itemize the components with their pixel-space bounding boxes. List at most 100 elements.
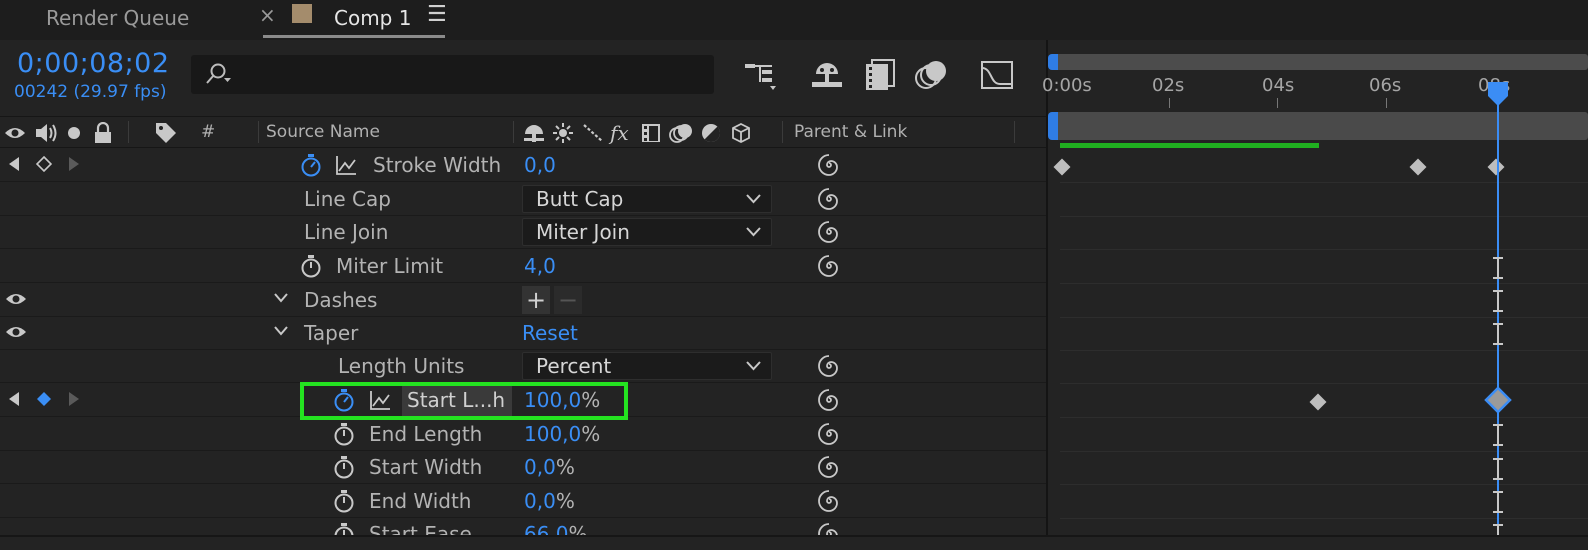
lock-icon[interactable] [93,121,113,145]
add-dash-button[interactable]: + [522,286,550,314]
column-parent-link[interactable]: Parent & Link [794,122,907,142]
shy-icon[interactable] [522,121,546,145]
property-row-end-length[interactable]: End Length 100,0% [0,418,1046,451]
selected-keyframe[interactable] [1484,386,1512,414]
keyframe-active-icon[interactable] [36,391,52,407]
solo-dot-icon[interactable] [66,121,82,145]
property-value[interactable]: 66,0% [524,522,588,535]
value-number[interactable]: 100,0 [524,422,581,446]
pick-whip-spiral-icon[interactable] [817,455,841,479]
property-value[interactable]: 0,0 [524,153,556,177]
search-input[interactable] [191,55,714,94]
stopwatch-icon[interactable] [333,522,355,535]
pick-whip-spiral-icon[interactable] [817,187,841,211]
collapse-sun-icon[interactable] [553,121,573,145]
select-value: Butt Cap [536,187,624,211]
graph-toggle-icon[interactable] [335,155,357,175]
property-value[interactable]: 100,0% [524,422,600,446]
quality-slash-icon[interactable] [582,121,604,145]
pick-whip-spiral-icon[interactable] [817,254,841,278]
property-label: Start Ease [369,522,472,535]
column-separator [782,121,783,143]
keyframe-hold-marker [1493,424,1503,446]
audio-speaker-icon[interactable] [34,121,58,145]
tab-render-queue[interactable]: Render Queue [46,0,189,36]
stopwatch-icon[interactable] [333,489,355,513]
column-separator [1014,121,1015,143]
value-number[interactable]: 66,0 [524,522,569,535]
property-row-length-units[interactable]: Length Units Percent [0,350,1046,383]
adjustment-layer-icon[interactable] [700,121,722,145]
pick-whip-spiral-icon[interactable] [817,354,841,378]
draft-3d-icon[interactable] [808,56,846,94]
panel-menu-icon[interactable]: ☰ [427,2,447,27]
tab-comp-1[interactable]: Comp 1 [334,0,411,36]
effects-fx-icon[interactable]: fx [610,121,629,145]
length-units-select[interactable]: Percent [522,352,772,380]
reset-link[interactable]: Reset [522,321,578,345]
chevron-down-icon[interactable] [274,293,288,303]
property-value[interactable]: 0,0% [524,489,575,513]
pick-whip-spiral-icon[interactable] [817,422,841,446]
comp-flowchart-icon[interactable] [742,56,780,94]
column-source-name[interactable]: Source Name [266,122,380,142]
stopwatch-icon[interactable] [333,422,355,446]
property-row-line-join[interactable]: Line Join Miter Join [0,216,1046,249]
property-row-end-width[interactable]: End Width 0,0% [0,485,1046,518]
line-cap-select[interactable]: Butt Cap [522,185,772,213]
prev-keyframe-icon[interactable] [9,157,19,171]
property-row-dashes[interactable]: Dashes + − [0,284,1046,317]
property-value[interactable]: 0,0% [524,455,575,479]
search-icon[interactable] [203,62,233,88]
property-row-start-ease[interactable]: Start Ease 66,0% [0,518,1046,535]
property-row-start-width[interactable]: Start Width 0,0% [0,451,1046,484]
time-navigator-start-handle[interactable] [1048,54,1058,70]
property-value[interactable]: 4,0 [524,254,556,278]
frame-blend-column-icon[interactable] [640,121,662,145]
property-row-line-cap[interactable]: Line Cap Butt Cap [0,183,1046,216]
pick-whip-spiral-icon[interactable] [817,220,841,244]
value-number[interactable]: 0,0 [524,489,556,513]
motion-blur-icon[interactable] [912,56,950,94]
work-area-bar[interactable] [1052,112,1588,140]
active-tab-indicator [263,35,445,38]
time-navigator-bar[interactable] [1052,54,1588,70]
keyframe[interactable] [1487,158,1505,176]
playhead-icon[interactable] [1486,80,1510,108]
stopwatch-icon[interactable] [333,455,355,479]
pick-whip-spiral-icon[interactable] [817,489,841,513]
frame-blending-icon[interactable] [860,56,898,94]
keyframe-hold-marker [1493,491,1503,513]
pick-whip-spiral-icon[interactable] [817,388,841,412]
next-keyframe-icon[interactable] [69,157,79,171]
property-row-taper[interactable]: Taper Reset [0,317,1046,350]
work-area-start-handle[interactable] [1048,112,1058,140]
tab-close-icon[interactable]: × [259,3,276,27]
property-row-miter-limit[interactable]: Miter Limit 4,0 [0,250,1046,283]
label-tag-icon[interactable] [154,121,178,145]
current-time-indicator-line[interactable] [1497,85,1499,550]
stopwatch-icon[interactable] [300,254,322,278]
prev-keyframe-icon[interactable] [9,392,19,406]
keyframe[interactable] [1409,158,1427,176]
chevron-down-icon[interactable] [274,326,288,336]
3d-layer-cube-icon[interactable] [730,121,752,145]
line-join-select[interactable]: Miter Join [522,218,772,246]
property-row-stroke-width[interactable]: Stroke Width 0,0 [0,149,1046,182]
graph-editor-icon[interactable] [978,56,1016,94]
timeline-area[interactable]: 0:00s 02s 04s 06s 08s [1042,40,1588,550]
pick-whip-spiral-icon[interactable] [817,522,841,535]
remove-dash-button[interactable]: − [554,286,582,314]
keyframe[interactable] [1309,393,1327,411]
pick-whip-spiral-icon[interactable] [817,153,841,177]
next-keyframe-icon[interactable] [69,392,79,406]
video-switch-eye-icon[interactable] [4,121,26,145]
stopwatch-active-icon[interactable] [300,153,322,177]
current-time-display[interactable]: 0;00;08;02 [17,48,170,79]
keyframe[interactable] [1053,158,1071,176]
motion-blur-column-icon[interactable] [668,121,694,145]
add-keyframe-icon[interactable] [36,156,52,172]
value-number[interactable]: 0,0 [524,455,556,479]
eye-icon[interactable] [5,324,27,340]
eye-icon[interactable] [5,291,27,307]
